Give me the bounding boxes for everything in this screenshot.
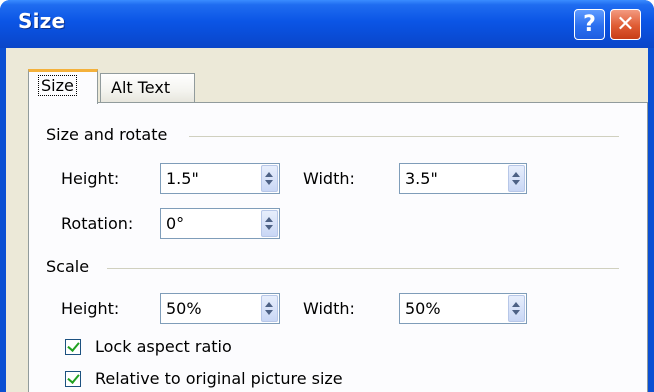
title-bar[interactable]: Size ? ✕	[0, 0, 654, 48]
spin-up-icon	[265, 302, 273, 307]
scale-width-spinner[interactable]: 50%	[399, 293, 527, 324]
dialog-client-area: Size Alt Text Size and rotate Height: 1.…	[6, 48, 648, 392]
spin-up-icon	[512, 302, 520, 307]
scale-height-spinner[interactable]: 50%	[160, 293, 280, 324]
close-icon: ✕	[616, 12, 635, 37]
spin-down-icon	[265, 225, 273, 230]
size-width-spinner[interactable]: 3.5"	[399, 163, 527, 194]
scale-width-label: Width:	[303, 299, 355, 318]
size-dialog: Size ? ✕ Size Alt Text Size and rotate H…	[0, 0, 654, 392]
checkmark-icon	[67, 339, 80, 352]
size-height-spinner[interactable]: 1.5"	[160, 163, 280, 194]
dialog-title: Size	[18, 9, 66, 33]
relative-size-checkbox[interactable]	[65, 371, 81, 387]
lock-aspect-label[interactable]: Lock aspect ratio	[95, 337, 232, 356]
scale-height-spin-arrows[interactable]	[261, 295, 278, 322]
scale-divider	[107, 268, 619, 269]
lock-aspect-checkbox[interactable]	[65, 339, 81, 355]
size-width-label: Width:	[303, 169, 355, 188]
rotation-spin-arrows[interactable]	[261, 210, 278, 237]
tab-size[interactable]: Size	[28, 69, 98, 104]
relative-size-label[interactable]: Relative to original picture size	[95, 369, 343, 388]
spin-down-icon	[265, 310, 273, 315]
help-button[interactable]: ?	[574, 9, 605, 40]
size-width-spin-arrows[interactable]	[508, 165, 525, 192]
scale-width-spin-arrows[interactable]	[508, 295, 525, 322]
size-height-spin-arrows[interactable]	[261, 165, 278, 192]
checkmark-icon	[67, 371, 80, 384]
size-rotate-heading: Size and rotate	[46, 125, 168, 144]
rotation-label: Rotation:	[61, 214, 134, 233]
tab-alt-text-label: Alt Text	[111, 78, 171, 97]
rotation-value: 0°	[166, 214, 185, 233]
help-icon: ?	[583, 12, 596, 37]
rotation-spinner[interactable]: 0°	[160, 208, 280, 239]
spin-down-icon	[512, 180, 520, 185]
tab-alt-text[interactable]: Alt Text	[100, 73, 195, 103]
scale-height-label: Height:	[61, 299, 120, 318]
spin-up-icon	[512, 172, 520, 177]
scale-width-value: 50%	[405, 299, 441, 318]
spin-up-icon	[265, 172, 273, 177]
size-height-value: 1.5"	[166, 169, 199, 188]
spin-up-icon	[265, 217, 273, 222]
size-width-value: 3.5"	[405, 169, 438, 188]
scale-height-value: 50%	[166, 299, 202, 318]
spin-down-icon	[512, 310, 520, 315]
spin-down-icon	[265, 180, 273, 185]
scale-heading: Scale	[46, 257, 90, 276]
close-button[interactable]: ✕	[610, 9, 641, 40]
tab-size-label: Size	[38, 75, 77, 96]
size-rotate-divider	[189, 136, 619, 137]
size-tab-panel: Size and rotate Height: 1.5" Width: 3.5"…	[28, 102, 648, 392]
size-height-label: Height:	[61, 169, 120, 188]
